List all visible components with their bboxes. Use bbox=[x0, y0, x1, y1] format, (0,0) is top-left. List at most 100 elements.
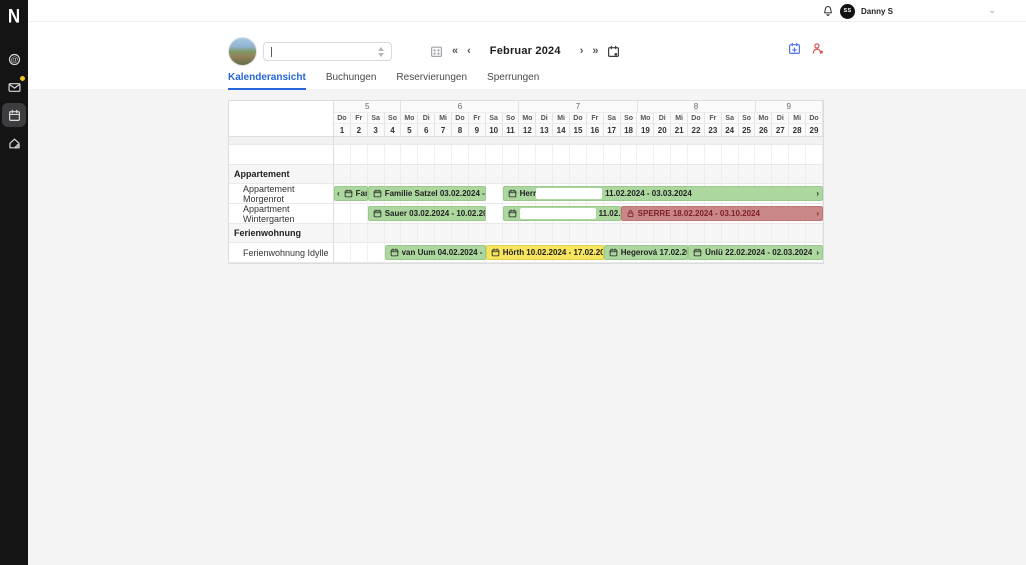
day-cell[interactable] bbox=[385, 224, 402, 242]
add-booking-icon[interactable] bbox=[788, 42, 801, 55]
day-cell[interactable] bbox=[722, 165, 739, 183]
day-cell[interactable] bbox=[385, 165, 402, 183]
day-cell[interactable] bbox=[351, 224, 368, 242]
day-cell[interactable] bbox=[469, 145, 486, 164]
tab-reservierungen[interactable]: Reservierungen bbox=[396, 72, 467, 90]
day-cell[interactable] bbox=[604, 165, 621, 183]
select-stepper[interactable] bbox=[378, 47, 384, 57]
day-cell[interactable] bbox=[722, 145, 739, 164]
day-cell[interactable] bbox=[334, 243, 351, 262]
day-cell[interactable] bbox=[401, 145, 418, 164]
day-cell[interactable] bbox=[806, 165, 823, 183]
calendar-grid-icon[interactable] bbox=[430, 45, 443, 58]
day-cell[interactable] bbox=[772, 165, 789, 183]
day-cell[interactable] bbox=[621, 145, 638, 164]
day-cell[interactable] bbox=[519, 224, 536, 242]
day-cell[interactable] bbox=[418, 165, 435, 183]
day-cell[interactable] bbox=[519, 145, 536, 164]
tab-sperrungen[interactable]: Sperrungen bbox=[487, 72, 539, 90]
day-cell[interactable] bbox=[368, 145, 385, 164]
day-cell[interactable] bbox=[739, 145, 756, 164]
day-cell[interactable] bbox=[570, 145, 587, 164]
day-cell[interactable] bbox=[604, 145, 621, 164]
day-cell[interactable] bbox=[570, 224, 587, 242]
day-cell[interactable] bbox=[671, 145, 688, 164]
day-cell[interactable] bbox=[351, 243, 368, 262]
sidebar-item-properties[interactable] bbox=[2, 131, 26, 155]
day-cell[interactable] bbox=[334, 204, 351, 223]
add-guest-icon[interactable] bbox=[811, 42, 824, 55]
notifications-bell-icon[interactable] bbox=[822, 5, 834, 17]
day-cell[interactable] bbox=[772, 145, 789, 164]
booking-bar[interactable]: ‹Familie bbox=[334, 186, 368, 201]
day-cell[interactable] bbox=[772, 224, 789, 242]
day-cell[interactable] bbox=[671, 224, 688, 242]
day-cell[interactable] bbox=[671, 165, 688, 183]
day-cell[interactable] bbox=[435, 165, 452, 183]
sidebar-item-browse[interactable]: @ bbox=[2, 47, 26, 71]
day-cell[interactable] bbox=[368, 224, 385, 242]
day-cell[interactable] bbox=[503, 145, 520, 164]
sidebar-item-messages[interactable] bbox=[2, 75, 26, 99]
booking-bar[interactable]: Sauer 03.02.2024 - 10.02.2024 bbox=[368, 206, 486, 221]
day-cell[interactable] bbox=[536, 165, 553, 183]
next-month-button[interactable]: › bbox=[580, 45, 584, 57]
tab-kalenderansicht[interactable]: Kalenderansicht bbox=[228, 72, 306, 90]
day-cell[interactable] bbox=[688, 224, 705, 242]
day-cell[interactable] bbox=[739, 165, 756, 183]
chevron-down-icon[interactable]: ⌄ bbox=[988, 6, 996, 15]
day-cell[interactable] bbox=[503, 224, 520, 242]
day-cell[interactable] bbox=[536, 224, 553, 242]
day-cell[interactable] bbox=[334, 145, 351, 164]
day-cell[interactable] bbox=[553, 165, 570, 183]
day-cell[interactable] bbox=[755, 224, 772, 242]
booking-bar[interactable]: Familie Satzel 03.02.2024 - 10.02.2024 bbox=[368, 186, 486, 201]
day-cell[interactable] bbox=[688, 145, 705, 164]
day-cell[interactable] bbox=[368, 243, 385, 262]
day-cell[interactable] bbox=[587, 224, 604, 242]
day-cell[interactable] bbox=[621, 165, 638, 183]
user-name[interactable]: Danny S bbox=[861, 7, 893, 16]
day-cell[interactable] bbox=[418, 224, 435, 242]
day-cell[interactable] bbox=[637, 224, 654, 242]
day-cell[interactable] bbox=[604, 224, 621, 242]
property-photo[interactable] bbox=[228, 37, 257, 66]
day-cell[interactable] bbox=[435, 224, 452, 242]
day-cell[interactable] bbox=[705, 165, 722, 183]
day-cell[interactable] bbox=[637, 165, 654, 183]
prev-month-button[interactable]: ‹ bbox=[467, 45, 471, 57]
day-cell[interactable] bbox=[755, 165, 772, 183]
sidebar-item-calendar[interactable] bbox=[2, 103, 26, 127]
day-cell[interactable] bbox=[553, 224, 570, 242]
day-cell[interactable] bbox=[435, 145, 452, 164]
next-year-button[interactable]: » bbox=[592, 45, 598, 57]
day-cell[interactable] bbox=[486, 204, 503, 223]
day-cell[interactable] bbox=[553, 145, 570, 164]
day-cell[interactable] bbox=[705, 145, 722, 164]
day-cell[interactable] bbox=[536, 145, 553, 164]
day-cell[interactable] bbox=[401, 224, 418, 242]
tab-buchungen[interactable]: Buchungen bbox=[326, 72, 377, 90]
day-cell[interactable] bbox=[385, 145, 402, 164]
day-cell[interactable] bbox=[739, 224, 756, 242]
day-cell[interactable] bbox=[351, 145, 368, 164]
booking-bar[interactable]: Hegerová 17.02.2024 - 22.02.2024 bbox=[604, 245, 688, 260]
day-cell[interactable] bbox=[654, 224, 671, 242]
booking-bar[interactable]: Hörth 10.02.2024 - 17.02.2024 bbox=[486, 245, 604, 260]
day-cell[interactable] bbox=[486, 224, 503, 242]
day-cell[interactable] bbox=[806, 224, 823, 242]
day-cell[interactable] bbox=[351, 204, 368, 223]
day-cell[interactable] bbox=[621, 224, 638, 242]
day-cell[interactable] bbox=[469, 224, 486, 242]
block-bar[interactable]: SPERRE 18.02.2024 - 03.10.2024› bbox=[621, 206, 823, 221]
day-cell[interactable] bbox=[452, 145, 469, 164]
day-cell[interactable] bbox=[806, 145, 823, 164]
day-cell[interactable] bbox=[503, 165, 520, 183]
day-cell[interactable] bbox=[351, 165, 368, 183]
day-cell[interactable] bbox=[688, 165, 705, 183]
day-cell[interactable] bbox=[654, 145, 671, 164]
property-select[interactable] bbox=[263, 42, 392, 61]
booking-bar[interactable]: 11.02.2024 - 18.02.2024 bbox=[503, 206, 621, 221]
day-cell[interactable] bbox=[789, 224, 806, 242]
avatar[interactable]: SS bbox=[840, 4, 855, 19]
